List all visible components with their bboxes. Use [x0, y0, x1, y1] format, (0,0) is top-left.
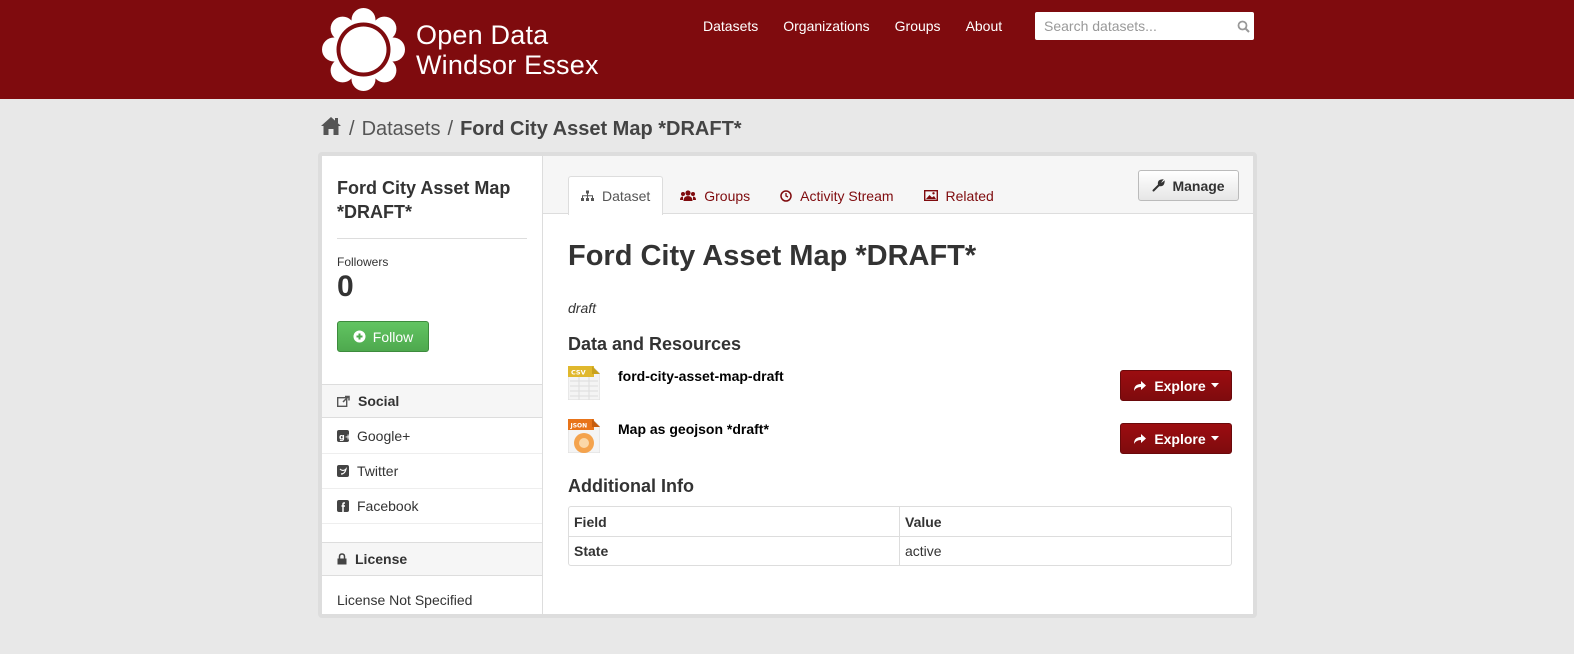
home-icon[interactable] [320, 116, 342, 142]
caret-down-icon [1210, 436, 1219, 441]
site-logo[interactable]: Open Data Windsor Essex [322, 8, 599, 91]
breadcrumb-separator: / [349, 117, 355, 140]
resources-heading: Data and Resources [568, 334, 742, 354]
resource-title[interactable]: ford-city-asset-map-draft [618, 368, 784, 384]
license-text: License Not Specified [337, 592, 473, 608]
lock-icon [337, 553, 347, 565]
nav-groups[interactable]: Groups [895, 18, 941, 34]
content-wrapper: Ford City Asset Map *DRAFT* Followers 0 … [318, 152, 1257, 618]
table-cell-value: active [900, 536, 1231, 565]
breadcrumb-datasets[interactable]: Datasets [362, 118, 441, 141]
dataset-title: Ford City Asset Map *DRAFT* [568, 240, 977, 272]
site-title: Open Data Windsor Essex [416, 20, 599, 80]
resource-item[interactable]: JSON Map as geojson *draft* Explore [567, 418, 1232, 456]
site-title-line1: Open Data [416, 19, 549, 50]
additional-info-heading: Additional Info [568, 476, 694, 496]
picture-icon [923, 190, 938, 201]
tab-groups[interactable]: Groups [667, 176, 763, 214]
share-arrow-icon [1133, 433, 1147, 445]
tab-label: Activity Stream [800, 187, 894, 204]
nav-datasets[interactable]: Datasets [703, 18, 758, 34]
explore-button[interactable]: Explore [1120, 423, 1232, 454]
search-input[interactable] [1035, 18, 1232, 34]
social-item-label: Google+ [357, 428, 411, 444]
breadcrumb-current[interactable]: Ford City Asset Map *DRAFT* [460, 118, 742, 141]
follow-button[interactable]: Follow [337, 321, 429, 352]
svg-text:g+: g+ [339, 433, 349, 442]
tab-label: Groups [704, 187, 751, 204]
share-arrow-icon [1133, 380, 1147, 392]
tab-label: Dataset [602, 188, 651, 204]
explore-label: Explore [1154, 377, 1206, 394]
resource-item[interactable]: CSV ford-city-asset-map-draft Explore [567, 365, 1232, 403]
breadcrumb-separator: / [447, 117, 454, 140]
explore-button[interactable]: Explore [1120, 370, 1232, 401]
caret-down-icon [1210, 383, 1219, 388]
sitemap-icon [581, 190, 594, 202]
social-facebook[interactable]: Facebook [322, 489, 542, 524]
follow-label: Follow [372, 328, 414, 345]
wrench-icon [1152, 179, 1166, 192]
search-box [1035, 12, 1254, 40]
tabs: Dataset Groups Activity Stream Related [568, 176, 1011, 215]
table-cell-field: State [569, 536, 900, 565]
sidebar-title: Ford City Asset Map *DRAFT* [337, 176, 527, 239]
tab-label: Related [945, 187, 994, 204]
social-heading-label: Social [358, 393, 400, 409]
manage-button[interactable]: Manage [1138, 170, 1239, 201]
license-heading-label: License [355, 551, 408, 567]
svg-text:JSON: JSON [570, 423, 588, 430]
json-format-icon: JSON [567, 418, 601, 456]
social-google-plus[interactable]: g+ Google+ [322, 419, 542, 454]
table-header-field: Field [569, 507, 900, 536]
followers-label: Followers [337, 255, 389, 269]
social-twitter[interactable]: Twitter [322, 454, 542, 489]
search-icon[interactable] [1232, 20, 1254, 33]
plus-circle-icon [353, 330, 366, 343]
share-icon [337, 395, 350, 407]
manage-label: Manage [1172, 177, 1225, 194]
social-item-label: Facebook [357, 498, 419, 514]
tab-dataset[interactable]: Dataset [568, 176, 664, 215]
site-title-line2: Windsor Essex [416, 49, 599, 80]
logo-flower-icon [322, 8, 405, 91]
followers-count: 0 [337, 270, 354, 303]
nav-about[interactable]: About [966, 18, 1003, 34]
social-item-label: Twitter [357, 463, 399, 479]
page-header: Dataset Groups Activity Stream Related M… [543, 156, 1253, 215]
breadcrumb: / Datasets / Ford City Asset Map *DRAFT* [320, 116, 742, 142]
resource-title[interactable]: Map as geojson *draft* [618, 421, 769, 437]
tab-activity-stream[interactable]: Activity Stream [767, 176, 906, 214]
social-heading: Social [322, 384, 542, 418]
google-plus-icon: g+ [337, 430, 349, 442]
users-icon [680, 189, 697, 202]
svg-text:CSV: CSV [571, 369, 586, 377]
main-nav: Datasets Organizations Groups About [703, 18, 1027, 34]
table-header-value: Value [905, 513, 942, 530]
clock-icon [780, 189, 792, 202]
table-row: State active [569, 536, 1231, 565]
csv-format-icon: CSV [567, 365, 601, 403]
license-heading: License [322, 542, 542, 576]
dataset-notes: draft [568, 300, 597, 316]
sidebar: Ford City Asset Map *DRAFT* Followers 0 … [322, 156, 543, 614]
twitter-icon [337, 465, 349, 477]
masthead: Open Data Windsor Essex Datasets Organiz… [0, 0, 1574, 99]
nav-organizations[interactable]: Organizations [783, 18, 869, 34]
tab-related[interactable]: Related [911, 176, 1007, 214]
facebook-icon [337, 500, 349, 512]
main-content: Dataset Groups Activity Stream Related M… [543, 156, 1253, 614]
explore-label: Explore [1154, 430, 1206, 447]
table-header-row: Field Value [569, 507, 1231, 536]
additional-info-table: Field Value State active [568, 506, 1232, 566]
